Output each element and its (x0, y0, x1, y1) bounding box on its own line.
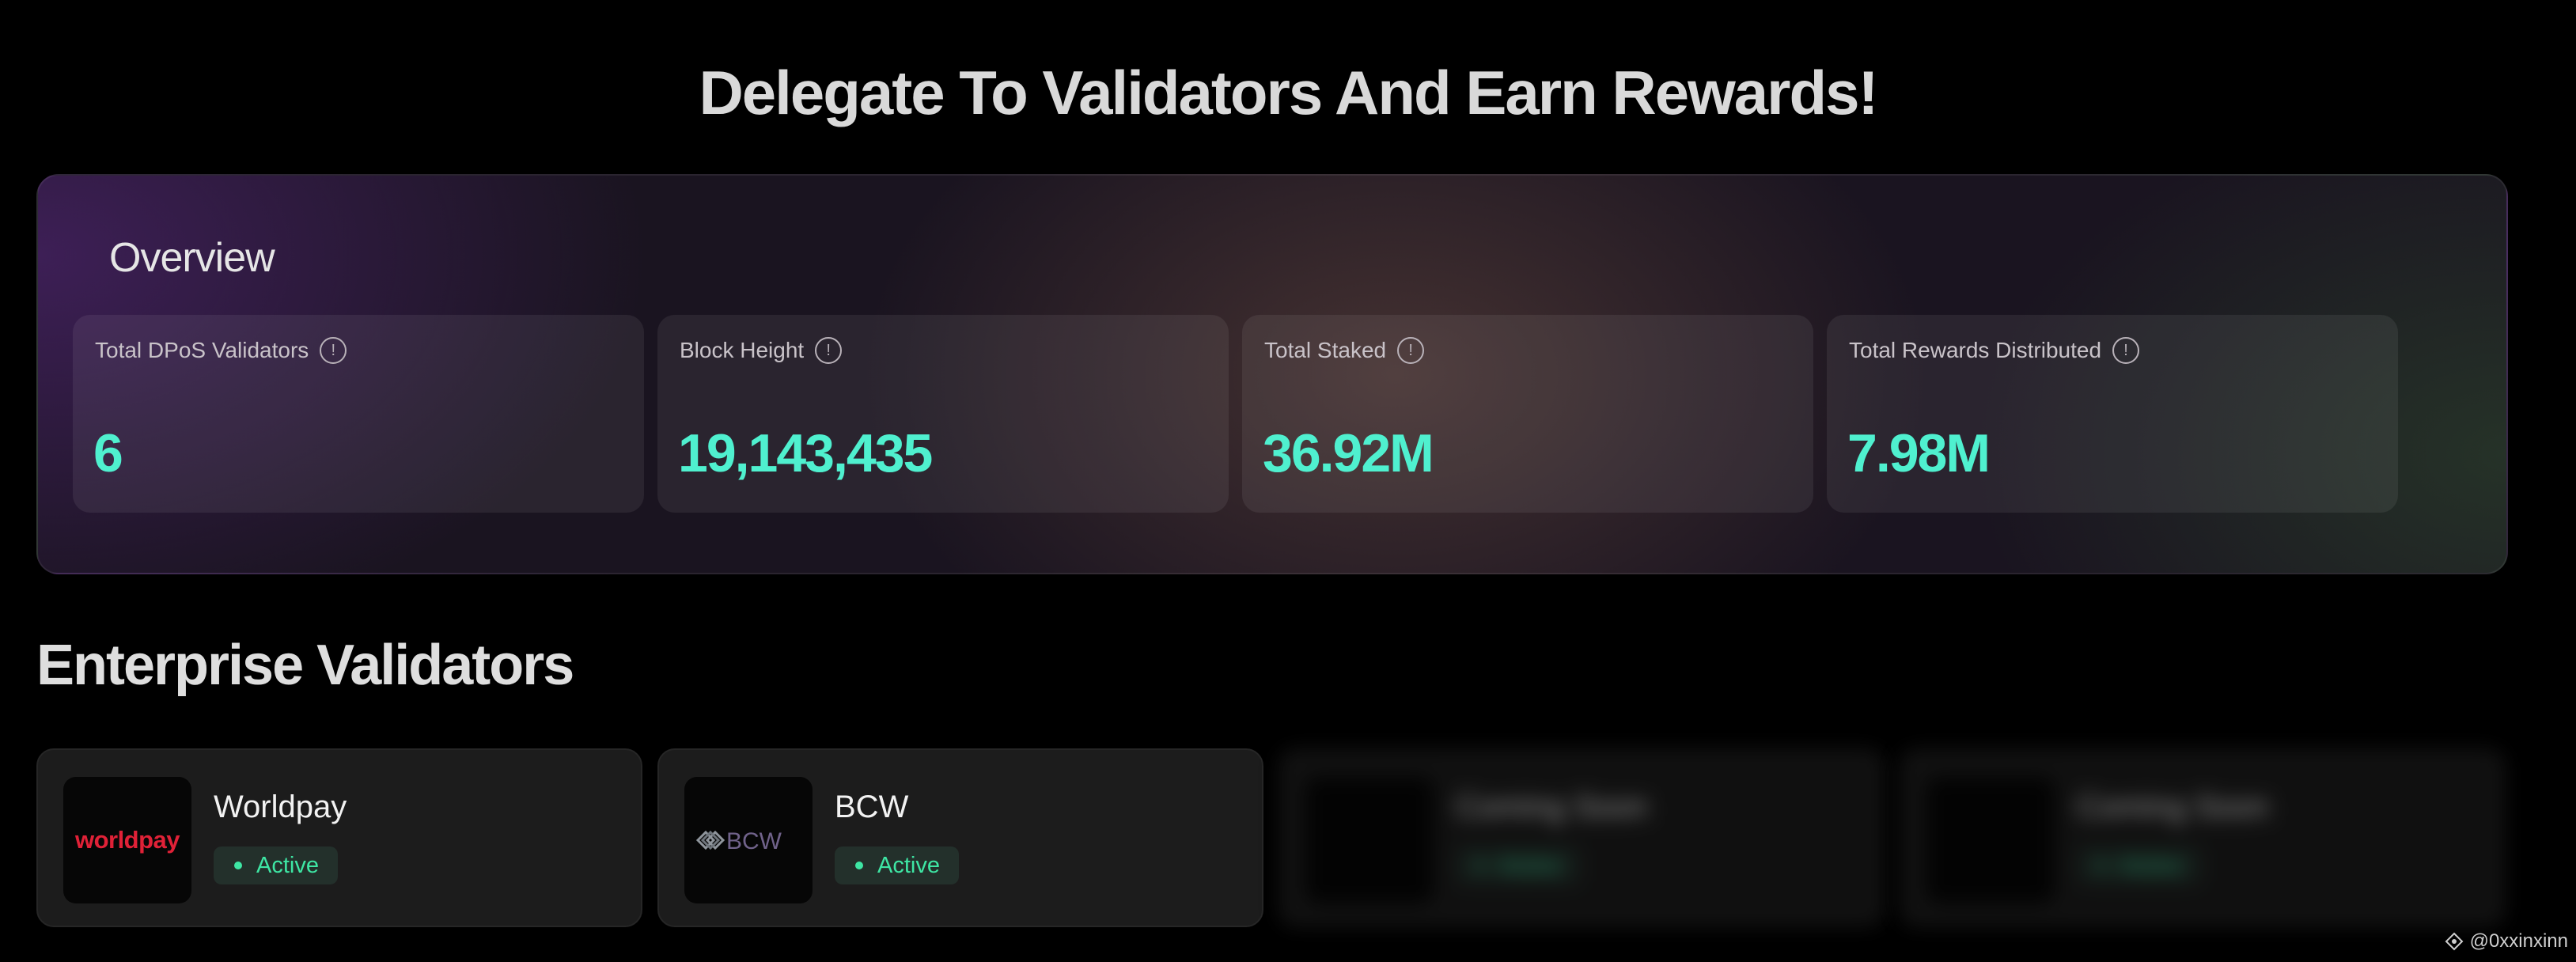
watermark-icon (2445, 932, 2463, 951)
stat-card-total-rewards: Total Rewards Distributed ! 7.98M (1827, 315, 2398, 513)
status-text: Active (877, 852, 940, 878)
stat-card-total-validators: Total DPoS Validators ! 6 (73, 315, 644, 513)
page: Delegate To Validators And Earn Rewards!… (0, 0, 2576, 962)
validator-card-coming-soon: Coming Soon Active (1279, 748, 1885, 927)
watermark-text: @0xxinxinn (2469, 930, 2568, 952)
status-badge: Active (1456, 846, 1580, 884)
stat-card-block-height: Block Height ! 19,143,435 (657, 315, 1229, 513)
validator-card-bcw[interactable]: BCW BCW Active (657, 748, 1263, 927)
overview-panel: Overview Total DPoS Validators ! 6 Block… (36, 174, 2508, 574)
page-title: Delegate To Validators And Earn Rewards! (699, 58, 1878, 127)
status-text: Active (2120, 852, 2182, 878)
stat-label: Total DPoS Validators (95, 338, 309, 362)
placeholder-logo (1926, 777, 2055, 903)
status-dot-icon (2097, 862, 2105, 869)
status-badge: Active (2077, 846, 2201, 884)
validator-name: Coming Soon (1456, 790, 1648, 824)
stat-label: Total Rewards Distributed (1849, 338, 2102, 362)
placeholder-logo (1305, 777, 1434, 903)
status-badge: Active (214, 846, 338, 884)
stat-label: Total Staked (1264, 338, 1387, 362)
status-text: Active (256, 852, 319, 878)
overview-title: Overview (109, 235, 275, 281)
status-dot-icon (855, 862, 863, 869)
validator-name: Worldpay (214, 790, 347, 824)
info-icon[interactable]: ! (2112, 337, 2140, 364)
validator-card-coming-soon: Coming Soon Active (1900, 748, 2506, 927)
status-dot-icon (1476, 862, 1484, 869)
validator-name: BCW (835, 790, 909, 824)
bcw-logo-icon: BCW (695, 828, 782, 854)
info-icon[interactable]: ! (815, 337, 843, 364)
bcw-logo-text: BCW (726, 828, 782, 854)
status-text: Active (1498, 852, 1561, 878)
worldpay-logo: worldpay (63, 777, 191, 903)
watermark: @0xxinxinn (2445, 930, 2568, 953)
info-icon[interactable]: ! (1397, 337, 1425, 364)
status-dot-icon (234, 862, 242, 869)
status-badge: Active (835, 846, 959, 884)
stat-value: 7.98M (1847, 423, 1991, 483)
stat-value: 36.92M (1263, 423, 1434, 483)
enterprise-validators-title: Enterprise Validators (36, 634, 574, 697)
stat-value: 19,143,435 (678, 423, 933, 483)
stat-label: Block Height (680, 338, 805, 362)
bcw-logo: BCW (684, 777, 813, 903)
stat-value: 6 (93, 423, 123, 483)
info-icon[interactable]: ! (320, 337, 347, 364)
stat-card-total-staked: Total Staked ! 36.92M (1242, 315, 1813, 513)
validator-name: Coming Soon (2077, 790, 2269, 824)
worldpay-logo-text: worldpay (74, 826, 180, 854)
validator-card-worldpay[interactable]: worldpay Worldpay Active (36, 748, 642, 927)
